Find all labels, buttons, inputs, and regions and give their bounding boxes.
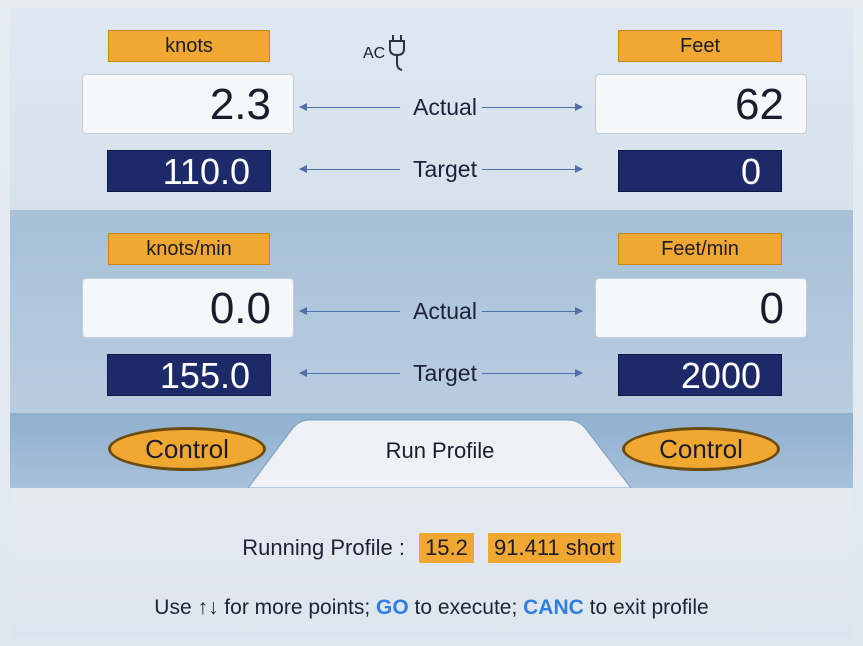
instruction-text: Use ↑↓ for more points; GO to execute; C… bbox=[0, 596, 863, 620]
canc-keyword: CANC bbox=[523, 596, 584, 619]
go-keyword: GO bbox=[376, 596, 409, 619]
speed-rate-unit-label: knots/min bbox=[108, 233, 270, 265]
running-profile-value-1: 15.2 bbox=[419, 533, 474, 563]
power-status: AC bbox=[363, 35, 406, 73]
altitude-actual-value: 62 bbox=[595, 74, 807, 134]
tab-run-profile[interactable]: Run Profile bbox=[320, 438, 560, 464]
altitude-unit-label: Feet bbox=[618, 30, 782, 62]
hint-part-1: Use ↑↓ for more points; bbox=[154, 596, 377, 619]
display-screen: knots Feet AC 2.3 62 Actual 110.0 0 Targ… bbox=[0, 0, 863, 646]
arrow-right-actual bbox=[482, 103, 583, 111]
hint-part-2: to execute; bbox=[408, 596, 524, 619]
running-profile-row: Running Profile : 15.2 91.411 short bbox=[0, 533, 863, 563]
speed-rate-target-value[interactable]: 155.0 bbox=[107, 354, 271, 396]
altitude-rate-actual-value: 0 bbox=[595, 278, 807, 338]
speed-rate-actual-value: 0.0 bbox=[82, 278, 294, 338]
arrow-right-rate-target bbox=[482, 369, 583, 377]
arrow-right-target bbox=[482, 165, 583, 173]
power-label: AC bbox=[363, 45, 386, 62]
running-profile-label: Running Profile : bbox=[242, 535, 405, 560]
right-control-button[interactable]: Control bbox=[622, 427, 780, 471]
altitude-target-value[interactable]: 0 bbox=[618, 150, 782, 192]
hint-part-3: to exit profile bbox=[583, 596, 709, 619]
arrow-right-rate-actual bbox=[482, 307, 583, 315]
speed-actual-value: 2.3 bbox=[82, 74, 294, 134]
left-control-button[interactable]: Control bbox=[108, 427, 266, 471]
altitude-rate-target-value[interactable]: 2000 bbox=[618, 354, 782, 396]
plug-icon bbox=[389, 35, 406, 71]
running-profile-value-2: 91.411 short bbox=[488, 533, 621, 563]
speed-unit-label: knots bbox=[108, 30, 270, 62]
speed-target-value[interactable]: 110.0 bbox=[107, 150, 271, 192]
altitude-rate-unit-label: Feet/min bbox=[618, 233, 782, 265]
